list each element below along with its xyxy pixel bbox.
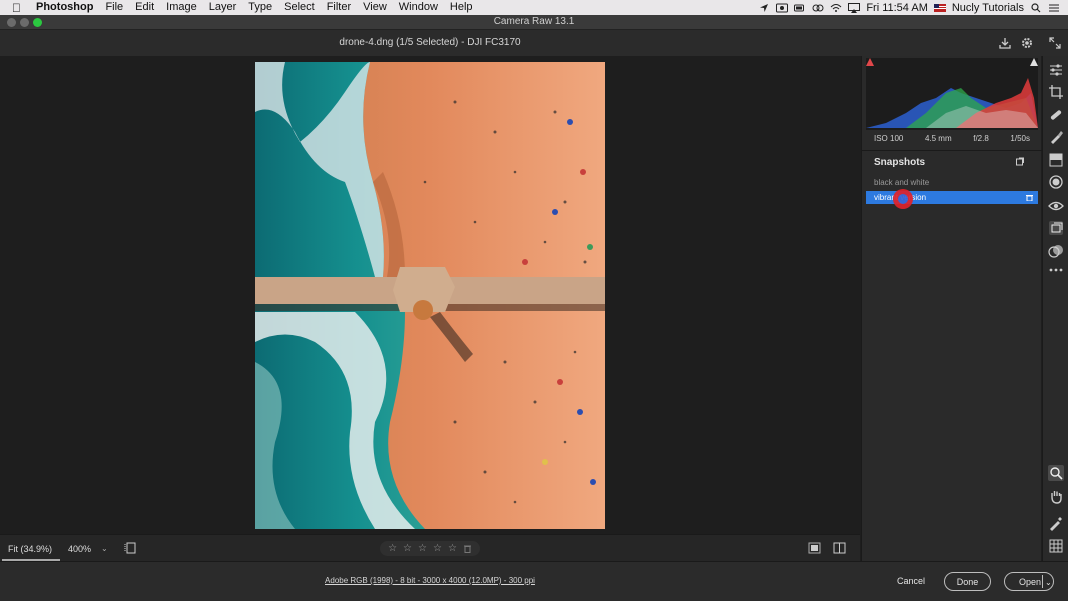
exif-aperture: f/2.8 bbox=[973, 134, 989, 143]
crop-icon[interactable] bbox=[1048, 84, 1064, 100]
exif-info: ISO 100 4.5 mm f/2.8 1/50s bbox=[866, 134, 1038, 148]
snapshots-tool-icon[interactable] bbox=[1048, 220, 1064, 236]
histogram bbox=[866, 58, 1038, 130]
filmstrip-icon[interactable] bbox=[124, 542, 136, 554]
footer-bar: Adobe RGB (1998) - 8 bit - 3000 x 4000 (… bbox=[0, 561, 1068, 601]
menu-type[interactable]: Type bbox=[242, 0, 278, 15]
battery-icon[interactable] bbox=[794, 3, 806, 13]
spotlight-search-icon[interactable] bbox=[1030, 2, 1042, 13]
right-panel: ISO 100 4.5 mm f/2.8 1/50s Snapshots bla… bbox=[861, 56, 1042, 561]
star-icon[interactable]: ☆ bbox=[448, 543, 457, 554]
click-cursor-highlight bbox=[893, 189, 913, 209]
fullscreen-icon[interactable] bbox=[1048, 36, 1062, 50]
menu-select[interactable]: Select bbox=[278, 0, 321, 15]
mac-menu-bar:  Photoshop File Edit Image Layer Type S… bbox=[0, 0, 1068, 15]
window-title: Camera Raw 13.1 bbox=[493, 16, 575, 27]
flag-icon[interactable] bbox=[933, 3, 946, 13]
star-icon[interactable]: ☆ bbox=[388, 543, 397, 554]
save-image-icon[interactable] bbox=[998, 36, 1012, 50]
edit-sliders-icon[interactable] bbox=[1048, 62, 1064, 78]
cc-icon[interactable] bbox=[812, 3, 824, 13]
image-canvas[interactable] bbox=[0, 56, 860, 534]
menu-user[interactable]: Nucly Tutorials bbox=[952, 2, 1024, 14]
drone-beach-photo[interactable] bbox=[255, 62, 605, 529]
more-options-icon[interactable] bbox=[1048, 262, 1064, 278]
open-button-label: Open bbox=[1019, 577, 1042, 587]
menu-file[interactable]: File bbox=[99, 0, 129, 15]
apple-menu-icon[interactable]:  bbox=[12, 1, 26, 15]
open-button[interactable]: Open ⌄ bbox=[1004, 572, 1054, 591]
grid-overlay-icon[interactable] bbox=[1048, 538, 1064, 554]
zoom-fit-button[interactable]: Fit (34.9%) bbox=[2, 539, 60, 561]
star-icon[interactable]: ☆ bbox=[403, 543, 412, 554]
star-rating[interactable]: ☆ ☆ ☆ ☆ ☆ bbox=[380, 541, 480, 556]
menu-clock[interactable]: Fri 11:54 AM bbox=[866, 2, 928, 14]
delete-snapshot-icon[interactable] bbox=[1026, 194, 1033, 201]
white-balance-icon[interactable] bbox=[1048, 515, 1064, 531]
menu-image[interactable]: Image bbox=[160, 0, 203, 15]
new-snapshot-icon[interactable] bbox=[1015, 157, 1025, 167]
zoom-tool-icon[interactable] bbox=[1048, 465, 1064, 481]
single-view-icon[interactable] bbox=[808, 542, 821, 554]
menu-layer[interactable]: Layer bbox=[203, 0, 243, 15]
graduated-filter-icon[interactable] bbox=[1048, 152, 1064, 168]
snapshot-item-vibrant-version[interactable]: vibrant version bbox=[866, 191, 1038, 204]
before-after-view-icon[interactable] bbox=[833, 542, 846, 554]
menu-filter[interactable]: Filter bbox=[321, 0, 357, 15]
control-center-icon[interactable] bbox=[1048, 3, 1060, 13]
settings-gear-icon[interactable] bbox=[1020, 36, 1034, 50]
menu-help[interactable]: Help bbox=[444, 0, 479, 15]
reject-trash-icon[interactable] bbox=[463, 544, 472, 553]
camera-raw-header: drone-4.dng (1/5 Selected) - DJI FC3170 bbox=[0, 30, 1068, 56]
file-title: drone-4.dng (1/5 Selected) - DJI FC3170 bbox=[339, 37, 521, 48]
location-icon[interactable] bbox=[758, 3, 770, 13]
status-area: Fri 11:54 AM Nucly Tutorials bbox=[758, 0, 1060, 15]
red-eye-icon[interactable] bbox=[1048, 198, 1064, 214]
beach-aerial-image bbox=[255, 62, 605, 529]
chevron-down-icon[interactable]: ⌄ bbox=[101, 544, 108, 553]
presets-icon[interactable] bbox=[1048, 243, 1064, 259]
camera-raw-app:  Photoshop File Edit Image Layer Type S… bbox=[0, 0, 1068, 601]
airplay-icon[interactable] bbox=[848, 2, 861, 13]
star-icon[interactable]: ☆ bbox=[433, 543, 442, 554]
snapshots-title: Snapshots bbox=[874, 157, 926, 168]
cancel-button[interactable]: Cancel bbox=[890, 572, 932, 591]
wifi-icon[interactable] bbox=[830, 3, 842, 13]
menu-window[interactable]: Window bbox=[393, 0, 444, 15]
chevron-down-icon[interactable]: ⌄ bbox=[1045, 573, 1052, 592]
radial-filter-icon[interactable] bbox=[1048, 174, 1064, 190]
button-separator bbox=[1042, 575, 1043, 588]
exif-iso: ISO 100 bbox=[874, 134, 904, 143]
workflow-options-link[interactable]: Adobe RGB (1998) - 8 bit - 3000 x 4000 (… bbox=[0, 576, 860, 585]
shadow-clipping-icon[interactable] bbox=[866, 58, 874, 66]
highlight-clipping-icon[interactable] bbox=[1030, 58, 1038, 66]
exif-shutter: 1/50s bbox=[1010, 134, 1030, 143]
menu-app-photoshop[interactable]: Photoshop bbox=[30, 0, 99, 15]
canvas-bottom-bar: Fit (34.9%) 400% ⌄ ☆ ☆ ☆ ☆ ☆ bbox=[0, 534, 860, 561]
snapshot-item-black-and-white[interactable]: black and white bbox=[866, 176, 1038, 189]
screen-record-icon[interactable] bbox=[776, 3, 789, 13]
menu-edit[interactable]: Edit bbox=[129, 0, 160, 15]
menu-view[interactable]: View bbox=[357, 0, 393, 15]
window-title-bar: Camera Raw 13.1 bbox=[0, 15, 1068, 30]
star-icon[interactable]: ☆ bbox=[418, 543, 427, 554]
zoom-level-select[interactable]: 400% bbox=[68, 544, 91, 554]
tool-strip bbox=[1042, 56, 1068, 561]
healing-brush-icon[interactable] bbox=[1048, 107, 1064, 123]
panel-divider bbox=[862, 150, 1042, 151]
done-button[interactable]: Done bbox=[944, 572, 991, 591]
adjustment-brush-icon[interactable] bbox=[1048, 129, 1064, 145]
snapshot-label: black and white bbox=[874, 178, 930, 187]
hand-tool-icon[interactable] bbox=[1048, 488, 1064, 504]
exif-focal: 4.5 mm bbox=[924, 134, 952, 143]
